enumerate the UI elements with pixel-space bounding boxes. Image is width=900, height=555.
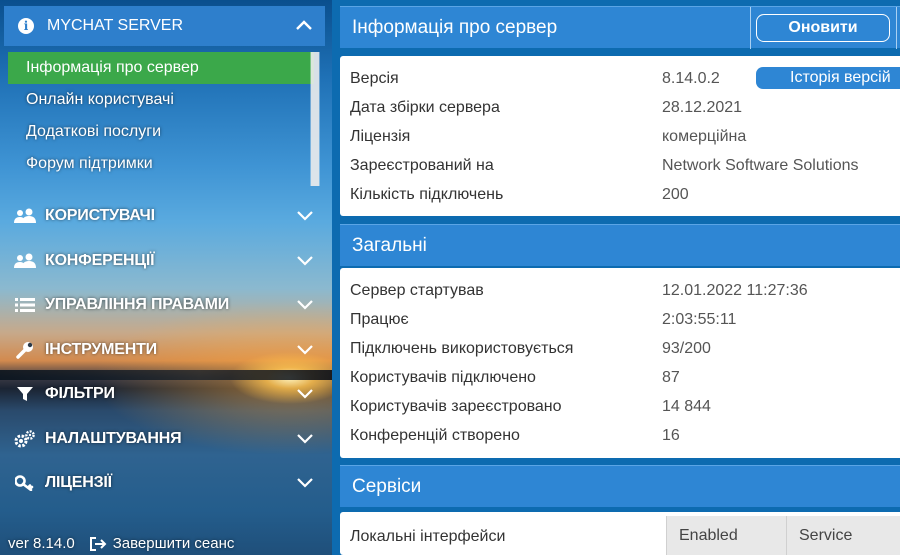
nav-item-tools[interactable]: ІНСТРУМЕНТИ [0, 328, 332, 373]
chevron-down-icon [297, 433, 313, 444]
info-icon: i [18, 18, 34, 34]
version-label: ver 8.14.0 [8, 535, 75, 552]
filter-icon [14, 385, 36, 403]
general-header: Загальні [340, 224, 900, 266]
sidebar-footer: ver 8.14.0 Завершити сеанс [8, 535, 234, 552]
general-row-users-registered: Користувачів зареєстровано 14 844 [340, 392, 900, 421]
nav-label-users: КОРИСТУВАЧІ [45, 207, 155, 225]
server-info-panel: Версія 8.14.0.2 Історія версій Дата збір… [340, 56, 900, 216]
nav-item-rights-management[interactable]: УПРАВЛІННЯ ПРАВАМИ [0, 283, 332, 328]
chevron-down-icon [297, 255, 313, 266]
info-value: Network Software Solutions [662, 156, 859, 174]
nav-label-rights-management: УПРАВЛІННЯ ПРАВАМИ [45, 296, 230, 314]
general-row-started: Сервер стартував 12.01.2022 11:27:36 [340, 276, 900, 305]
general-value: 87 [662, 368, 680, 386]
sidebar-submenu: Інформація про сервер Онлайн користувачі… [8, 52, 314, 180]
info-key: Кількість підключень [350, 185, 504, 203]
logout-icon [89, 536, 107, 551]
info-key: Версія [350, 69, 399, 87]
refresh-button[interactable]: Оновити [756, 14, 890, 42]
list-icon [14, 296, 36, 314]
info-row-build-date: Дата збірки сервера 28.12.2021 [340, 93, 900, 122]
nav-label-conferences: КОНФЕРЕНЦІЇ [45, 251, 155, 269]
main-content: Інформація про сервер Оновити Версія 8.1… [332, 0, 900, 555]
nav-label-filters: ФІЛЬТРИ [45, 385, 115, 403]
info-key: Ліцензія [350, 127, 411, 145]
header-divider [750, 7, 751, 49]
submenu-item-additional-services[interactable]: Додаткові послуги [8, 116, 314, 148]
general-row-conferences-created: Конференцій створено 16 [340, 421, 900, 450]
info-row-version: Версія 8.14.0.2 Історія версій [340, 64, 900, 93]
sidebar-nav: КОРИСТУВАЧІ КОНФЕРЕНЦІЇ УПРАВЛІННЯ ПРАВА… [0, 194, 332, 506]
conferences-icon [14, 252, 36, 270]
general-key: Конференцій створено [350, 426, 520, 444]
sidebar-header-title: MYCHAT SERVER [47, 17, 184, 34]
nav-item-conferences[interactable]: КОНФЕРЕНЦІЇ [0, 239, 332, 284]
info-row-license: Ліцензія комерційна [340, 122, 900, 151]
nav-label-licenses: ЛІЦЕНЗІЇ [45, 474, 112, 492]
logout-label: Завершити сеанс [112, 535, 235, 552]
nav-item-filters[interactable]: ФІЛЬТРИ [0, 372, 332, 417]
chevron-down-icon [297, 211, 313, 221]
services-row-label: Локальні інтерфейси [350, 528, 506, 545]
general-key: Працює [350, 310, 409, 328]
services-panel: Локальні інтерфейси Enabled Service [340, 512, 900, 555]
general-row-users-connected: Користувачів підключено 87 [340, 363, 900, 392]
submenu-item-online-users[interactable]: Онлайн користувачі [8, 84, 314, 116]
submenu-item-server-info[interactable]: Інформація про сервер [8, 52, 314, 84]
general-value: 93/200 [662, 339, 711, 357]
chevron-down-icon [297, 389, 313, 399]
scrollbar-thumb[interactable] [311, 52, 319, 186]
info-row-connections: Кількість підключень 200 [340, 180, 900, 209]
gears-icon [14, 429, 36, 448]
nav-item-licenses[interactable]: ЛІЦЕНЗІЇ [0, 461, 332, 506]
info-key: Зареєстрований на [350, 156, 494, 174]
users-icon [14, 207, 36, 225]
header-divider [896, 7, 897, 49]
sidebar-header-mychat-server[interactable]: i MYCHAT SERVER [4, 6, 325, 46]
nav-item-settings[interactable]: НАЛАШТУВАННЯ [0, 417, 332, 462]
info-key: Дата збірки сервера [350, 98, 500, 116]
general-panel: Сервер стартував 12.01.2022 11:27:36 Пра… [340, 268, 900, 458]
general-value: 14 844 [662, 397, 711, 415]
info-value: комерційна [662, 127, 747, 145]
chevron-down-icon [297, 344, 313, 355]
sidebar-scrollbar[interactable] [310, 52, 320, 186]
general-key: Користувачів зареєстровано [350, 397, 562, 415]
info-value: 8.14.0.2 [662, 69, 720, 87]
chevron-up-icon[interactable] [295, 18, 313, 32]
info-value: 28.12.2021 [662, 98, 743, 116]
server-info-title: Інформація про сервер [352, 16, 558, 38]
key-icon [14, 474, 36, 492]
server-info-header: Інформація про сервер Оновити [340, 6, 900, 49]
sidebar: i MYCHAT SERVER Інформація про сервер Он… [0, 0, 332, 555]
chevron-down-icon [297, 478, 313, 488]
general-value: 2:03:55:11 [662, 310, 737, 328]
general-key: Сервер стартував [350, 281, 484, 299]
column-header-service[interactable]: Service [786, 516, 900, 555]
general-row-uptime: Працює 2:03:55:11 [340, 305, 900, 334]
general-value: 16 [662, 426, 680, 444]
logout-link[interactable]: Завершити сеанс [89, 535, 235, 552]
version-history-button[interactable]: Історія версій [756, 67, 900, 89]
nav-label-settings: НАЛАШТУВАННЯ [45, 429, 182, 447]
general-key: Користувачів підключено [350, 368, 536, 386]
nav-item-users[interactable]: КОРИСТУВАЧІ [0, 194, 332, 239]
services-title: Сервіси [352, 475, 422, 497]
info-row-registered-to: Зареєстрований на Network Software Solut… [340, 151, 900, 180]
services-header: Сервіси [340, 465, 900, 507]
general-title: Загальні [352, 234, 427, 256]
column-header-enabled[interactable]: Enabled [666, 516, 786, 555]
general-row-connections-used: Підключень використовується 93/200 [340, 334, 900, 363]
chevron-down-icon [297, 300, 313, 310]
general-value: 12.01.2022 11:27:36 [662, 281, 808, 299]
info-value: 200 [662, 185, 689, 203]
nav-label-tools: ІНСТРУМЕНТИ [45, 340, 157, 358]
general-key: Підключень використовується [350, 339, 574, 357]
services-table-header: Enabled Service [666, 516, 900, 555]
wrench-icon [14, 341, 36, 359]
submenu-item-support-forum[interactable]: Форум підтримки [8, 148, 314, 180]
